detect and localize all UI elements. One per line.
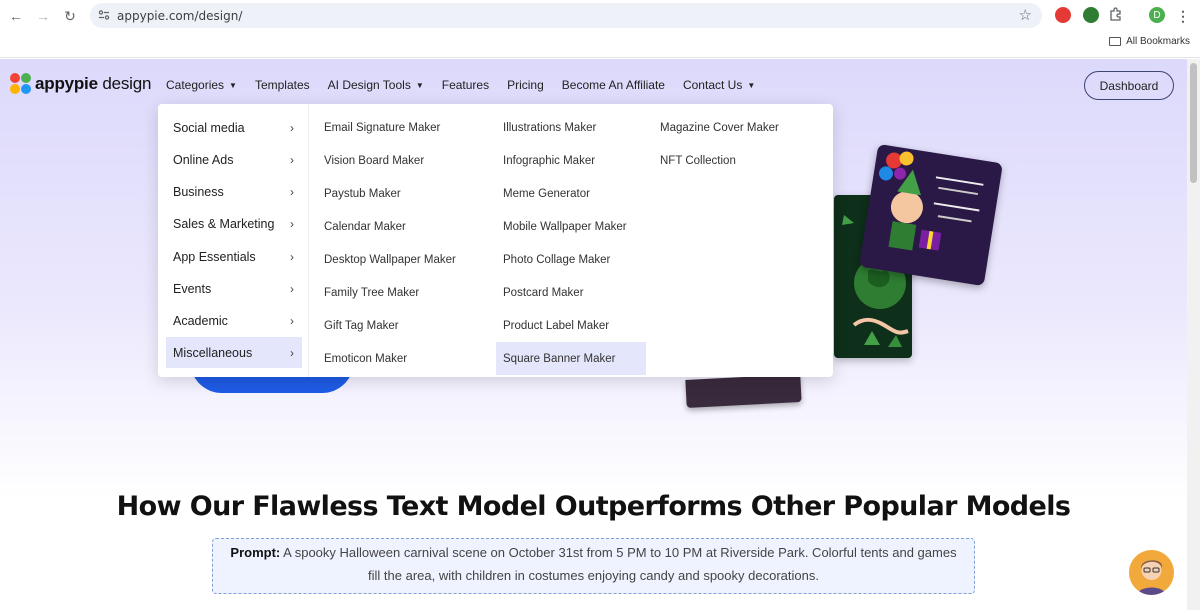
reload-icon[interactable]: ↻ bbox=[60, 6, 80, 26]
category-label: Online Ads bbox=[173, 152, 234, 167]
category-label: Miscellaneous bbox=[173, 345, 253, 360]
category-label: App Essentials bbox=[173, 249, 256, 264]
category-label: Social media bbox=[173, 120, 245, 135]
chevron-right-icon: › bbox=[290, 120, 294, 135]
bookmarks-bar[interactable]: All Bookmarks bbox=[1109, 36, 1190, 47]
menu-link-meme-generator[interactable]: Meme Generator bbox=[496, 177, 590, 210]
category-label: Academic bbox=[173, 313, 228, 328]
chevron-right-icon: › bbox=[290, 281, 294, 296]
category-miscellaneous[interactable]: Miscellaneous › bbox=[166, 337, 302, 368]
logo-brand-text: appypie bbox=[35, 74, 98, 93]
menu-link-calendar-maker[interactable]: Calendar Maker bbox=[317, 210, 406, 243]
menu-link-square-banner-maker[interactable]: Square Banner Maker bbox=[496, 342, 646, 375]
birthday-card-image bbox=[859, 143, 1003, 287]
address-bar[interactable]: appypie.com/design/ ☆ bbox=[90, 3, 1042, 28]
url-text: appypie.com/design/ bbox=[117, 9, 243, 23]
prompt-box: Prompt: A spooky Halloween carnival scen… bbox=[212, 538, 975, 594]
logo-mark-icon bbox=[10, 73, 32, 95]
folder-icon bbox=[1109, 37, 1122, 46]
menu-link-product-label-maker[interactable]: Product Label Maker bbox=[496, 309, 609, 342]
menu-link-family-tree-maker[interactable]: Family Tree Maker bbox=[317, 276, 419, 309]
category-app-essentials[interactable]: App Essentials › bbox=[166, 241, 302, 272]
nav-label: AI Design Tools bbox=[327, 78, 411, 92]
category-list: Social media › Online Ads › Business › Sale… bbox=[158, 104, 309, 377]
forward-icon[interactable]: → bbox=[33, 6, 53, 26]
scrollbar-thumb[interactable] bbox=[1190, 63, 1197, 183]
category-business[interactable]: Business › bbox=[166, 176, 302, 207]
chevron-right-icon: › bbox=[290, 184, 294, 199]
nav-label: Pricing bbox=[507, 78, 544, 92]
chevron-right-icon: › bbox=[290, 152, 294, 167]
extensions-puzzle-icon[interactable] bbox=[1109, 7, 1124, 22]
category-events[interactable]: Events › bbox=[166, 273, 302, 304]
chevron-right-icon: › bbox=[290, 313, 294, 328]
caret-down-icon: ▼ bbox=[415, 80, 424, 90]
bookmark-star-icon[interactable]: ☆ bbox=[1019, 6, 1032, 24]
page-scrollbar[interactable] bbox=[1187, 59, 1200, 610]
nav-label: Become An Affiliate bbox=[561, 78, 665, 92]
menu-link-vision-board-maker[interactable]: Vision Board Maker bbox=[317, 144, 424, 177]
photo-card-image bbox=[685, 374, 802, 408]
category-social-media[interactable]: Social media › bbox=[166, 112, 302, 143]
dashboard-button[interactable]: Dashboard bbox=[1084, 71, 1174, 100]
menu-link-magazine-cover-maker[interactable]: Magazine Cover Maker bbox=[653, 111, 779, 144]
category-sales-marketing[interactable]: Sales & Marketing › bbox=[166, 208, 302, 239]
browser-toolbar: ← → ↻ appypie.com/design/ ☆ D ⋮ All Book… bbox=[0, 0, 1200, 58]
chevron-right-icon: › bbox=[290, 249, 294, 264]
category-academic[interactable]: Academic › bbox=[166, 305, 302, 336]
caret-down-icon: ▼ bbox=[747, 80, 756, 90]
category-label: Events bbox=[173, 281, 212, 296]
back-icon[interactable]: ← bbox=[6, 6, 26, 26]
profile-avatar[interactable]: D bbox=[1149, 7, 1165, 23]
menu-link-postcard-maker[interactable]: Postcard Maker bbox=[496, 276, 584, 309]
caret-down-icon: ▼ bbox=[229, 80, 237, 90]
menu-link-illustrations-maker[interactable]: Illustrations Maker bbox=[496, 111, 596, 144]
menu-link-nft-collection[interactable]: NFT Collection bbox=[653, 144, 736, 177]
site-logo[interactable]: appypie design bbox=[10, 73, 151, 95]
prompt-label: Prompt: bbox=[230, 545, 281, 560]
nav-label: Categories bbox=[166, 78, 225, 92]
extension-icon[interactable] bbox=[1055, 7, 1071, 23]
nav-label: Templates bbox=[254, 78, 310, 92]
chevron-right-icon: › bbox=[290, 216, 294, 231]
top-navigation: Categories ▼ Templates AI Design Tools ▼ F… bbox=[166, 78, 773, 92]
nav-templates[interactable]: Templates bbox=[255, 78, 310, 92]
menu-kebab-icon[interactable]: ⋮ bbox=[1173, 6, 1193, 26]
logo-suffix-text: design bbox=[97, 74, 152, 93]
section-headline: How Our Flawless Text Model Outperforms … bbox=[116, 491, 1071, 522]
menu-link-mobile-wallpaper-maker[interactable]: Mobile Wallpaper Maker bbox=[496, 210, 627, 243]
site-settings-icon[interactable] bbox=[98, 9, 110, 21]
nav-pricing[interactable]: Pricing bbox=[507, 78, 544, 92]
nav-label: Features bbox=[441, 78, 490, 92]
nav-categories[interactable]: Categories ▼ bbox=[166, 78, 237, 92]
nav-label: Contact Us bbox=[682, 78, 743, 92]
menu-link-gift-tag-maker[interactable]: Gift Tag Maker bbox=[317, 309, 399, 342]
category-label: Sales & Marketing bbox=[173, 216, 275, 231]
menu-link-emoticon-maker[interactable]: Emoticon Maker bbox=[317, 342, 407, 375]
page-content: appypie design Categories ▼ Templates AI … bbox=[0, 59, 1187, 610]
category-label: Business bbox=[173, 184, 224, 199]
chat-assistant-avatar[interactable] bbox=[1129, 550, 1174, 595]
nav-contact-us[interactable]: Contact Us ▼ bbox=[683, 78, 755, 92]
menu-link-infographic-maker[interactable]: Infographic Maker bbox=[496, 144, 595, 177]
menu-link-photo-collage-maker[interactable]: Photo Collage Maker bbox=[496, 243, 610, 276]
category-online-ads[interactable]: Online Ads › bbox=[166, 144, 302, 175]
nav-features[interactable]: Features bbox=[442, 78, 489, 92]
extension-off-icon[interactable] bbox=[1083, 7, 1099, 23]
nav-ai-design-tools[interactable]: AI Design Tools ▼ bbox=[328, 78, 424, 92]
chevron-right-icon: › bbox=[290, 345, 294, 360]
all-bookmarks-label: All Bookmarks bbox=[1126, 36, 1190, 47]
prompt-text: A spooky Halloween carnival scene on Oct… bbox=[280, 545, 957, 583]
categories-mega-menu: Social media › Online Ads › Business › Sale… bbox=[158, 104, 833, 377]
menu-link-email-signature-maker[interactable]: Email Signature Maker bbox=[317, 111, 440, 144]
nav-become-affiliate[interactable]: Become An Affiliate bbox=[562, 78, 665, 92]
menu-link-paystub-maker[interactable]: Paystub Maker bbox=[317, 177, 401, 210]
menu-link-desktop-wallpaper-maker[interactable]: Desktop Wallpaper Maker bbox=[317, 243, 456, 276]
